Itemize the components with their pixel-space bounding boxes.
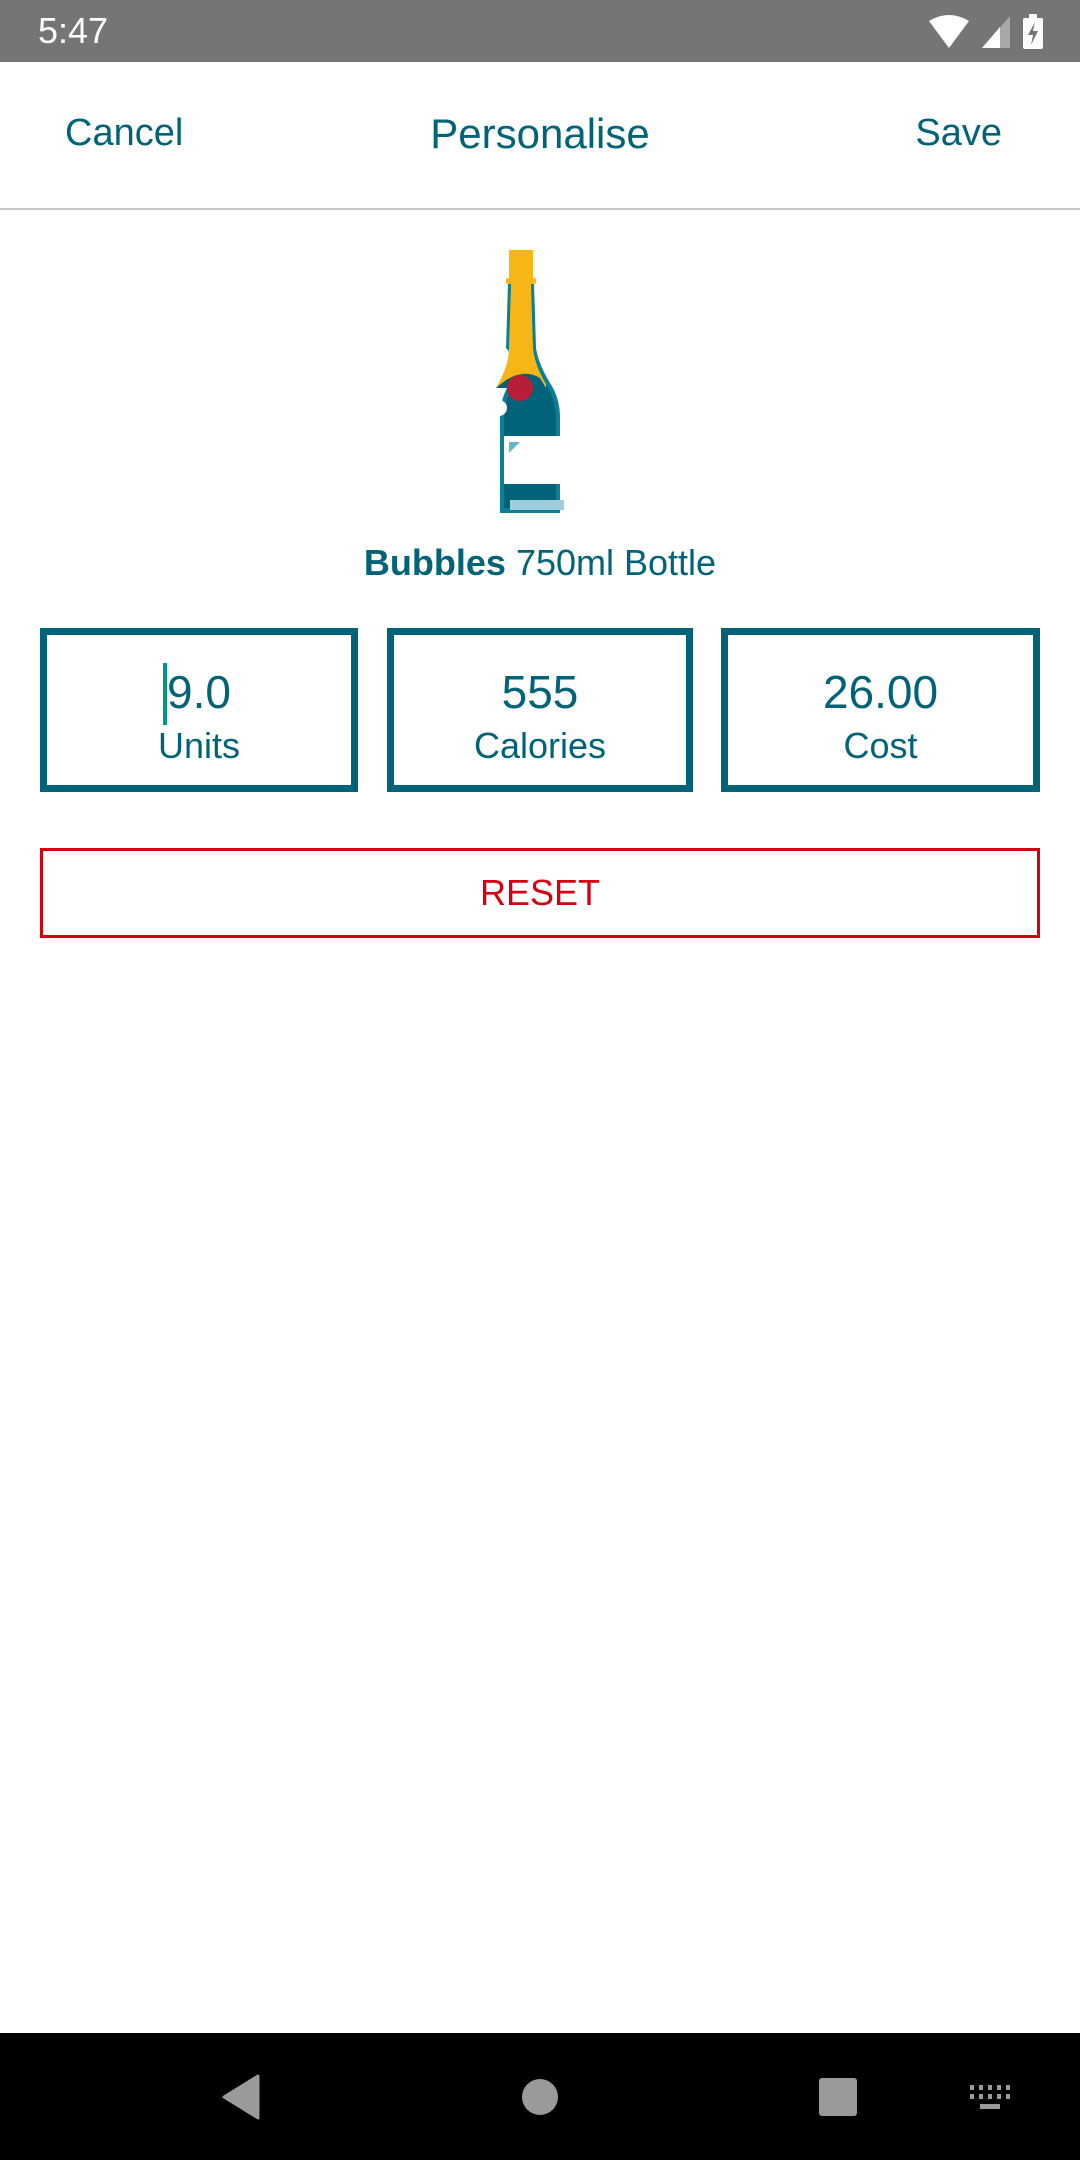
drink-caption: Bubbles 750ml Bottle (0, 542, 1080, 584)
status-icons (928, 14, 1044, 50)
units-value-text: 9.0 (167, 666, 231, 718)
back-button[interactable] (210, 2033, 270, 2160)
text-cursor (163, 663, 168, 725)
units-field[interactable]: 9.0 Units (40, 628, 358, 792)
cellular-signal-icon (982, 16, 1010, 48)
recents-icon (819, 2077, 857, 2116)
recents-button[interactable] (808, 2033, 868, 2160)
cost-value[interactable]: 26.00 (823, 665, 938, 719)
home-icon (522, 2078, 558, 2115)
status-bar: 5:47 (0, 0, 1080, 62)
calories-value[interactable]: 555 (502, 665, 579, 719)
cost-label: Cost (843, 725, 918, 766)
wifi-icon (929, 15, 969, 48)
units-value[interactable]: 9.0 (163, 663, 231, 725)
save-button[interactable]: Save (915, 112, 1002, 155)
units-label: Units (157, 725, 241, 766)
drink-name: Bubbles (363, 542, 506, 583)
reset-button[interactable]: RESET (40, 848, 1040, 938)
battery-charging-icon (1023, 14, 1043, 49)
home-button[interactable] (510, 2033, 570, 2160)
calories-label: Calories (473, 725, 607, 766)
navigation-bar (0, 2033, 1080, 2160)
keyboard-switch-button[interactable] (960, 2033, 1020, 2160)
back-icon (222, 2074, 260, 2119)
champagne-bottle-icon (487, 250, 564, 513)
status-time: 5:47 (38, 10, 109, 51)
cost-field[interactable]: 26.00 Cost (721, 628, 1040, 792)
drink-size: 750ml Bottle (515, 542, 717, 583)
app-header: Cancel Personalise Save (0, 62, 1080, 210)
calories-field[interactable]: 555 Calories (387, 628, 693, 792)
keyboard-icon (970, 2084, 1010, 2109)
